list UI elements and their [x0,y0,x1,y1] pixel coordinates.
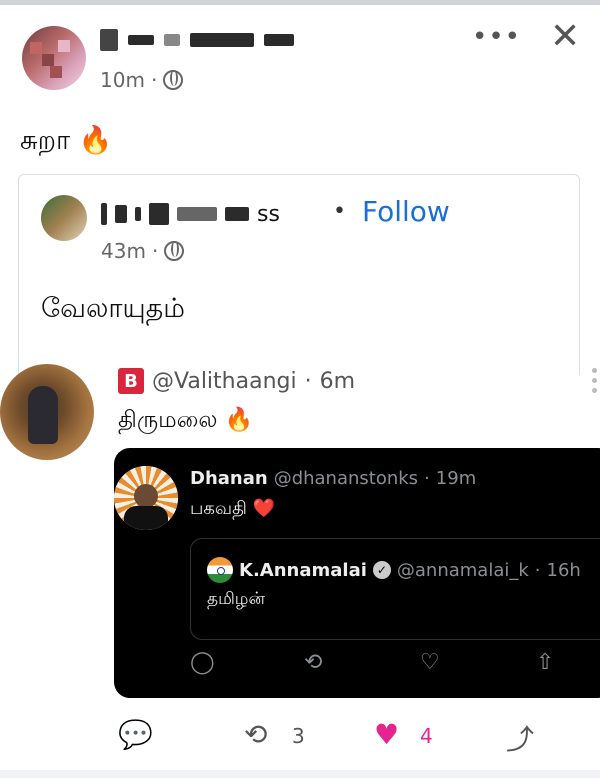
author-name-redacted[interactable] [100,28,294,52]
tweet-author-avatar[interactable] [0,364,94,460]
post-meta: 10m · [100,68,184,92]
top-divider [0,0,600,5]
inner-quoted-header: K.Annamalai ✓ @annamalai_k · 16h [207,557,581,583]
quoted-author-name[interactable]: Dhanan [190,468,268,489]
repost-icon[interactable]: ⟲ [244,718,267,751]
globe-icon [164,241,185,261]
share-icon[interactable]: ⇧ [536,650,554,675]
tweet-time: 6m [319,368,356,394]
quoted-text: பகவதி ❤️ [190,498,276,519]
tweet-text: திருமலை 🔥 [118,407,254,433]
reply-icon[interactable]: ◯ [190,650,215,675]
globe-icon [163,70,184,90]
follow-button[interactable]: Follow [362,195,450,228]
like-icon[interactable]: ♥ [374,718,399,751]
india-flag-avatar[interactable] [207,557,233,583]
inner-quoted-tweet[interactable]: K.Annamalai ✓ @annamalai_k · 16h தமிழன் [190,538,600,640]
more-vertical-icon[interactable] [592,368,598,398]
quoted-time: 19m [435,468,477,489]
shared-author-name-tail: ss [257,201,280,227]
quoted-handle[interactable]: @dhananstonks [274,468,418,489]
tweet-header: B @Valithaangi · 6m [118,368,355,394]
repost-count: 3 [292,724,305,748]
b-badge-icon: B [118,368,144,394]
quoted-actions: ◯ ⟲ ♡ ⇧ [190,650,600,682]
post-time[interactable]: 10m [100,68,145,92]
shared-post-text: வேலாயுதம் [41,293,185,324]
close-icon[interactable]: ✕ [550,16,580,57]
separator-dot: • [333,199,346,224]
post-actions: 💬 ⟲ 3 ♥ 4 ⤴ [0,712,600,762]
quoted-header: Dhanan @dhananstonks · 19m [190,468,477,489]
heart-icon[interactable]: ♡ [420,650,440,675]
post-text: சுறா 🔥 [20,125,113,156]
inner-quoted-text: தமிழன் [207,589,265,609]
author-avatar[interactable] [22,26,86,90]
retweet-icon[interactable]: ⟲ [304,650,322,675]
shared-author-name[interactable]: ss [101,201,280,227]
quoted-tweet[interactable]: Dhanan @dhananstonks · 19m பகவதி ❤️ K.An… [114,448,600,698]
verified-icon: ✓ [372,561,391,579]
share-icon[interactable]: ⤴ [506,718,534,758]
shared-time[interactable]: 43m [101,239,146,263]
like-count: 4 [420,724,433,748]
inner-handle[interactable]: @annamalai_k [397,560,529,581]
comment-icon[interactable]: 💬 [118,718,153,751]
tweet-handle[interactable]: @Valithaangi [152,369,297,394]
shared-post-card[interactable]: ss • Follow 43m · வேலாயுதம் [18,174,580,375]
inner-time: 16h [546,559,581,581]
shared-author-avatar[interactable] [41,195,87,241]
quoted-author-avatar[interactable] [114,466,178,530]
more-icon[interactable]: ••• [472,22,521,52]
shared-meta: 43m · [101,239,185,263]
inner-author-name[interactable]: K.Annamalai [239,560,367,581]
bottom-divider [0,770,600,778]
